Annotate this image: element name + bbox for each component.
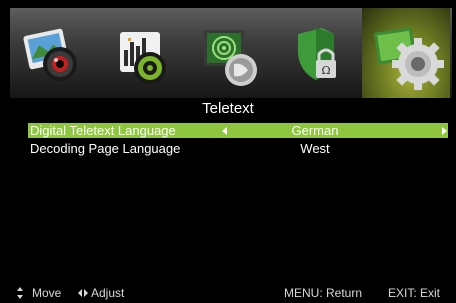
menu-tab-lock[interactable]: Ω <box>274 8 362 98</box>
arrow-right-icon[interactable] <box>442 127 447 135</box>
setting-value: German <box>291 123 339 138</box>
help-move-label: Move <box>32 286 62 300</box>
help-exit: EXIT: Exit <box>388 286 441 300</box>
lock-icon: Ω <box>298 28 336 80</box>
picture-icon <box>23 28 77 81</box>
menu-tab-picture[interactable] <box>10 8 98 98</box>
setting-row-decoding-page-language[interactable]: Decoding Page Language West <box>28 141 448 156</box>
channel-icon <box>204 30 257 86</box>
page-title: Teletext <box>202 100 254 117</box>
menu-tab-setup[interactable] <box>362 8 450 98</box>
setting-value: West <box>300 141 330 156</box>
menu-tab-sound[interactable] <box>98 8 186 98</box>
help-menu-return: MENU: Return <box>284 286 363 300</box>
setting-label: Digital Teletext Language <box>30 123 176 138</box>
help-bar: Move Adjust MENU: Return EXIT: Exit <box>0 285 456 301</box>
menu-tab-channel[interactable] <box>186 8 274 98</box>
svg-text:Ω: Ω <box>321 64 330 77</box>
sound-icon <box>120 32 166 84</box>
arrow-left-icon[interactable] <box>222 127 227 135</box>
setting-row-digital-teletext-language[interactable]: Digital Teletext Language German <box>28 123 448 138</box>
tv-osd-screen: Ω Teletext Digital Teletext Language Ger… <box>0 0 456 303</box>
left-right-arrows-icon <box>78 289 88 297</box>
up-down-arrows-icon <box>17 287 23 299</box>
help-adjust-label: Adjust <box>91 286 125 300</box>
setup-icon <box>374 27 444 90</box>
main-menu-bar: Ω <box>10 8 452 98</box>
setting-label: Decoding Page Language <box>30 141 181 156</box>
